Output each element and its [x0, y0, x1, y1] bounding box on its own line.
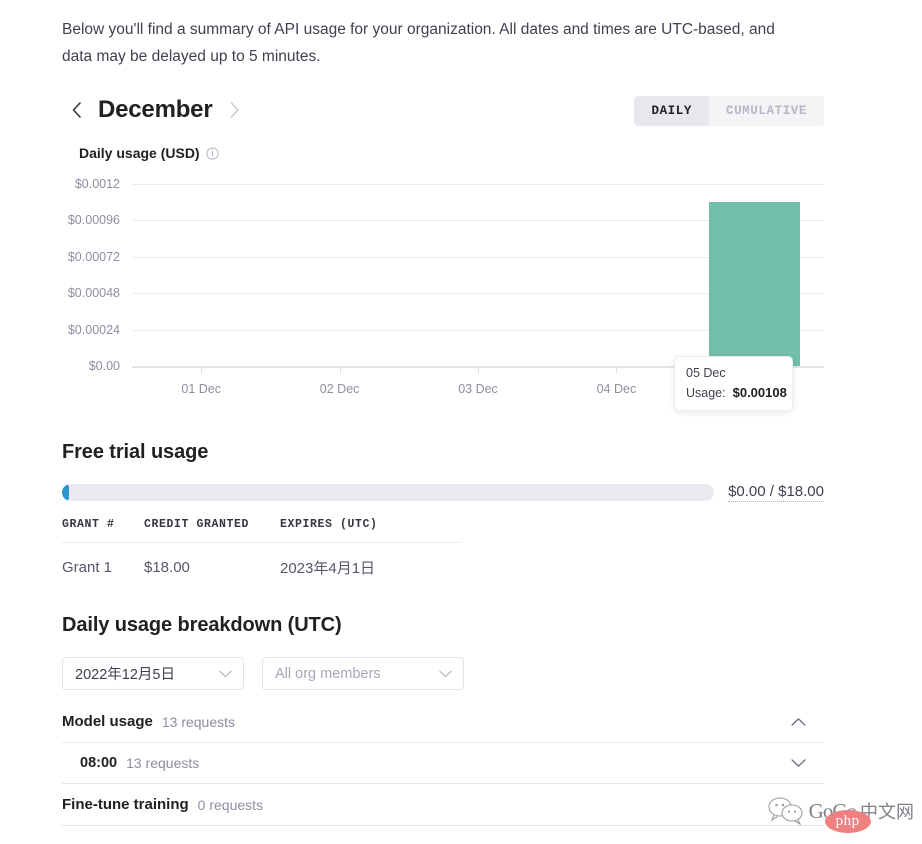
chevron-down-icon[interactable]	[791, 759, 806, 768]
column-header-grant: GRANT #	[62, 518, 144, 543]
x-axis-tick	[616, 367, 618, 374]
tab-daily[interactable]: DAILY	[634, 96, 709, 126]
x-axis-tick	[478, 367, 479, 374]
chevron-right-icon	[230, 102, 239, 118]
accordion-count: 0 requests	[197, 796, 264, 813]
table-row: Grant 1 $18.00 2023年4月1日	[62, 543, 462, 579]
column-header-credit: CREDIT GRANTED	[144, 518, 280, 543]
chevron-left-icon	[72, 102, 81, 118]
accordion-label: Model usage	[62, 713, 153, 730]
view-mode-toggle: DAILY CUMULATIVE	[634, 96, 824, 126]
y-axis-tick-label: $0.00072	[67, 249, 120, 264]
member-select-placeholder: All org members	[275, 665, 381, 682]
x-axis-tick	[339, 367, 341, 374]
accordion-count: 13 requests	[126, 755, 200, 771]
tab-cumulative[interactable]: CUMULATIVE	[708, 96, 824, 126]
free-trial-title: Free trial usage	[62, 441, 209, 463]
info-circle-icon[interactable]	[205, 146, 219, 160]
grant-table-header-row: GRANT # CREDIT GRANTED EXPIRES (UTC)	[62, 518, 462, 543]
chevron-down-icon	[219, 670, 232, 678]
x-axis-tick	[201, 367, 203, 374]
chart-title: Daily usage (USD)	[79, 145, 200, 161]
y-axis-tick-label: $0.0012	[74, 177, 120, 191]
free-trial-progress-row: $0.00 / $18.00	[62, 483, 824, 502]
breakdown-title: Daily usage breakdown (UTC)	[62, 614, 342, 636]
y-axis-tick-label: $0.00	[88, 359, 120, 373]
grant-table: GRANT # CREDIT GRANTED EXPIRES (UTC) Gra…	[62, 518, 462, 578]
tooltip-value: $0.00108	[732, 385, 787, 400]
accordion-label: Fine-tune training	[62, 796, 189, 813]
chevron-down-icon	[439, 670, 452, 678]
x-axis-tick-label: 02 Dec	[319, 382, 360, 396]
date-select[interactable]: 2022年12月5日	[62, 657, 244, 690]
chart-title-row: Daily usage (USD)	[79, 145, 219, 161]
chevron-up-icon[interactable]	[791, 717, 806, 726]
usage-chart: $0.00 $0.00024 $0.00048 $0.00072 $0.00096 $0.…	[62, 176, 824, 411]
accordion-label: 08:00	[80, 755, 118, 771]
cell-grant-number: Grant 1	[62, 559, 113, 576]
usage-page: Below you'll find a summary of API usage…	[0, 0, 922, 844]
month-navigator: December	[68, 92, 242, 128]
tooltip-label: Usage:	[686, 386, 726, 400]
free-trial-amount: $0.00 / $18.00	[728, 483, 824, 502]
progress-track	[62, 484, 715, 501]
progress-fill	[62, 484, 69, 501]
prev-month-button[interactable]	[68, 97, 84, 123]
chart-tooltip: 05 Dec Usage: $0.00108	[674, 356, 793, 411]
breakdown-filters: 2022年12月5日 All org members	[62, 657, 464, 690]
usage-breakdown-accordion: Model usage 13 requests 08:00 13 request…	[62, 701, 824, 826]
member-select[interactable]: All org members	[262, 657, 464, 690]
column-header-expires: EXPIRES (UTC)	[280, 518, 462, 543]
chart-plot-area: $0.00 $0.00024 $0.00048 $0.00072 $0.00096 $0.…	[68, 177, 824, 396]
accordion-row-hour-0800[interactable]: 08:00 13 requests	[62, 742, 824, 783]
x-axis-tick-label: 01 Dec	[181, 382, 221, 396]
chart-header: December DAILY CUMULATIVE	[62, 92, 824, 128]
chart-gridline	[132, 184, 824, 185]
cell-expires: 2023年4月1日	[280, 560, 376, 577]
y-axis-tick-label: $0.00024	[67, 322, 120, 337]
x-axis-tick-label: 03 Dec	[458, 382, 498, 396]
date-select-value: 2022年12月5日	[75, 667, 175, 683]
accordion-row-model-usage[interactable]: Model usage 13 requests	[62, 701, 824, 742]
cell-credit-granted: $18.00	[144, 559, 190, 576]
accordion-divider	[62, 825, 824, 826]
accordion-row-fine-tune-training[interactable]: Fine-tune training 0 requests	[62, 784, 824, 825]
current-month-label: December	[98, 96, 213, 123]
watermark-cn-text: 中文网	[860, 802, 914, 822]
chart-bar[interactable]	[709, 202, 801, 366]
x-axis-tick-label: 04 Dec	[596, 382, 637, 396]
watermark-badge: php	[824, 810, 871, 833]
y-axis-tick-label: $0.00096	[67, 213, 120, 228]
tooltip-date: 05 Dec	[686, 366, 726, 380]
y-axis-tick-label: $0.00048	[67, 286, 120, 301]
accordion-count: 13 requests	[161, 713, 236, 730]
next-month-button[interactable]	[226, 97, 242, 123]
intro-paragraph: Below you'll find a summary of API usage…	[62, 21, 775, 65]
